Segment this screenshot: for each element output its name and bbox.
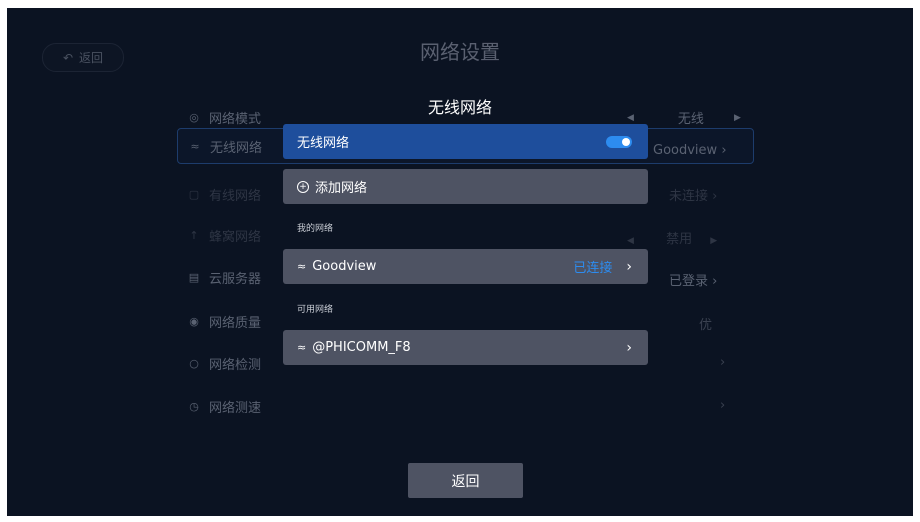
bg-row-label: 有线网络 (209, 188, 262, 204)
chevron-right-icon: › (712, 274, 718, 289)
network-item-phicomm[interactable]: ≈ @PHICOMM_F8 › (283, 330, 648, 365)
wifi-toggle-label: 无线网络 (297, 136, 350, 151)
chevron-right-icon: › (626, 258, 632, 275)
wifi-icon: ≈ (190, 139, 200, 153)
bg-row-value-ethernet: 未连接 › (669, 189, 718, 204)
wifi-toggle-row[interactable]: 无线网络 (283, 124, 648, 159)
bg-row-label: 无线网络 (210, 140, 263, 156)
quality-icon: ◉ (189, 314, 199, 328)
chevron-right-icon: › (626, 339, 632, 356)
bg-row-label: 网络测速 (209, 400, 262, 416)
return-button-label: 返回 (451, 473, 480, 490)
bg-row-network-detect[interactable]: ○ 网络检测 (177, 346, 261, 380)
overlay-title: 无线网络 (427, 98, 492, 117)
bg-row-cellular[interactable]: ↑ 蜂窝网络 (177, 218, 261, 252)
wifi-signal-icon: ≈ (297, 260, 307, 273)
add-circle-icon: + (297, 180, 309, 193)
bg-row-speed-test[interactable]: ◷ 网络测速 (177, 389, 261, 423)
tv-screen: ↶ 返回 网络设置 ◎ 网络模式 ◀ 无线 ▶ ≈ 无线网络 Goodview … (7, 8, 913, 516)
bg-row-cloud-server[interactable]: ▤ 云服务器 (177, 260, 261, 294)
network-ssid: @PHICOMM_F8 (312, 340, 411, 355)
bg-row-label: 云服务器 (209, 271, 262, 287)
bg-row-value-cellular: ◀ 禁用 ▶ (627, 232, 718, 247)
chevron-right-icon: › (721, 143, 727, 158)
bg-row-label: 网络检测 (209, 357, 262, 373)
bg-row-value-network-quality: 优 (699, 318, 713, 333)
page-title: 网络设置 (420, 40, 500, 64)
bg-row-value-wifi: Goodview › (653, 143, 727, 158)
toggle-knob (622, 137, 630, 146)
detect-icon: ○ (189, 356, 199, 370)
add-network-label: 添加网络 (315, 181, 368, 196)
connection-status: 已连接 (573, 261, 613, 276)
bg-row-ethernet[interactable]: ▢ 有线网络 (177, 177, 261, 211)
available-networks-heading: 可用网络 (297, 305, 334, 315)
bg-row-label: 蜂窝网络 (209, 229, 262, 245)
caret-left-icon: ◀ (627, 236, 634, 246)
my-networks-heading: 我的网络 (297, 224, 334, 234)
add-network-button[interactable]: + 添加网络 (283, 169, 648, 204)
chevron-right-icon: › (720, 398, 726, 413)
return-button[interactable]: 返回 (408, 463, 523, 498)
bg-row-label: 网络质量 (209, 315, 262, 331)
network-ssid: Goodview (312, 259, 377, 274)
wifi-toggle-switch[interactable] (606, 135, 632, 148)
bg-row-network-quality[interactable]: ◉ 网络质量 (177, 304, 261, 338)
chevron-right-icon: › (712, 189, 718, 204)
chevron-right-icon: › (720, 355, 726, 370)
cellular-icon: ↑ (189, 228, 199, 242)
network-item-goodview[interactable]: ≈ Goodview 已连接 › (283, 249, 648, 284)
wifi-signal-icon: ≈ (297, 341, 307, 354)
ethernet-icon: ▢ (188, 187, 200, 201)
speed-icon: ◷ (189, 399, 199, 413)
server-icon: ▤ (188, 270, 200, 284)
caret-right-icon: ▶ (710, 236, 718, 246)
bg-row-value-cloud-server: 已登录 › (669, 274, 718, 289)
